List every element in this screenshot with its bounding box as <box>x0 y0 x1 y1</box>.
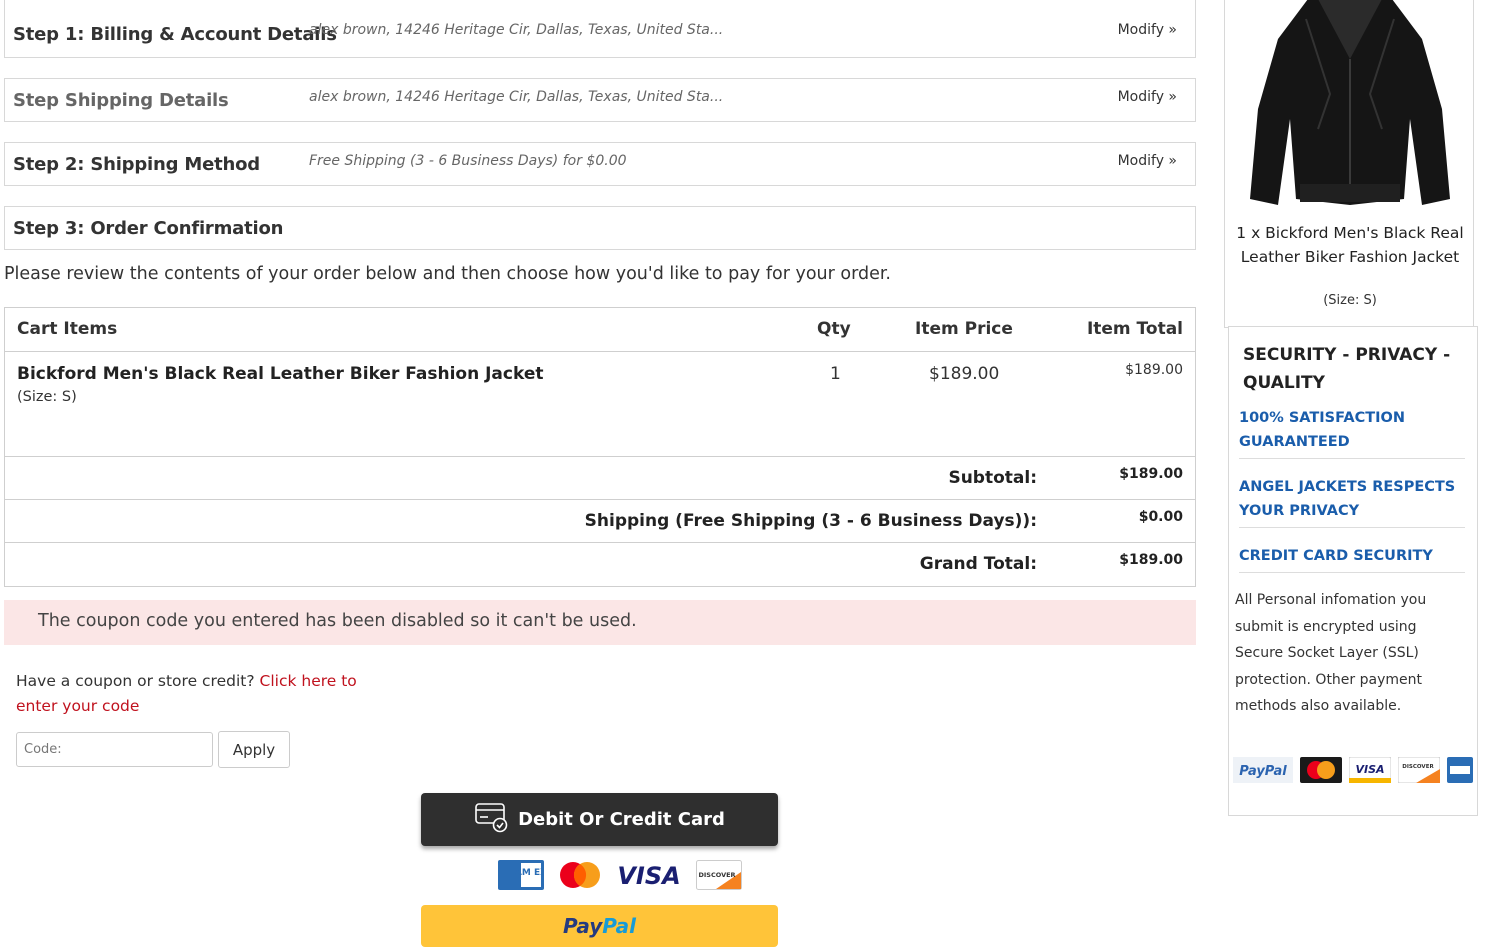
shipping-modify-link[interactable]: Modify » <box>1118 89 1177 105</box>
amex-logo-icon: AM EX <box>498 860 544 890</box>
svg-text:VISA: VISA <box>1355 763 1384 776</box>
subtotal-value: $189.00 <box>1119 466 1183 482</box>
item-price: $189.00 <box>929 364 1000 384</box>
leather-jacket-image-icon <box>1238 0 1462 221</box>
item-size: (Size: S) <box>17 389 77 405</box>
step-billing-title: Step 1: Billing & Account Details <box>13 24 337 45</box>
product-image <box>1238 0 1462 221</box>
svg-text:DISCOVER: DISCOVER <box>1402 764 1434 770</box>
step-method-title: Step 2: Shipping Method <box>13 154 260 175</box>
security-panel: SECURITY - PRIVACY - QUALITY 100% SATISF… <box>1228 326 1478 816</box>
step-shipping-detail: alex brown, 14246 Heritage Cir, Dallas, … <box>309 89 724 105</box>
step-billing: Step 1: Billing & Account Details alex b… <box>4 0 1196 58</box>
review-instructions: Please review the contents of your order… <box>4 264 891 284</box>
step-shipping-method: Step 2: Shipping Method Free Shipping (3… <box>4 142 1196 186</box>
coupon-prompt-text: Have a coupon or store credit? <box>16 672 255 690</box>
product-caption: 1 x Bickford Men's Black Real Leather Bi… <box>1236 224 1464 266</box>
coupon-error-alert: The coupon code you entered has been dis… <box>4 600 1196 645</box>
amex-logo-icon <box>1447 757 1473 783</box>
security-description: All Personal infomation you submit is en… <box>1235 592 1427 714</box>
discover-logo-icon: DISCOVER <box>696 860 742 890</box>
credit-card-security-link[interactable]: CREDIT CARD SECURITY <box>1239 544 1465 573</box>
col-cart-items: Cart Items <box>17 319 118 339</box>
shipping-label: Shipping (Free Shipping (3 - 6 Business … <box>584 511 1037 531</box>
security-title: SECURITY - PRIVACY - QUALITY <box>1243 345 1451 393</box>
method-modify-link[interactable]: Modify » <box>1118 153 1177 169</box>
discover-logo-icon: DISCOVER <box>1398 757 1440 783</box>
coupon-code-input[interactable] <box>16 732 213 767</box>
svg-text:AM EX: AM EX <box>515 868 544 878</box>
col-item-total: Item Total <box>1086 319 1183 339</box>
col-item-price: Item Price <box>915 319 1013 339</box>
grand-total-label: Grand Total: <box>919 554 1037 574</box>
svg-text:VISA: VISA <box>617 862 680 890</box>
paypal-button[interactable]: Pay Pal <box>421 905 778 947</box>
debit-credit-card-button[interactable]: Debit Or Credit Card <box>421 793 778 846</box>
step-shipping-title: Step Shipping Details <box>13 90 229 111</box>
subtotal-label: Subtotal: <box>948 468 1037 488</box>
item-total: $189.00 <box>1125 362 1183 378</box>
visa-logo-icon: VISA <box>1349 757 1391 783</box>
order-product-summary: 1 x Bickford Men's Black Real Leather Bi… <box>1224 0 1474 328</box>
checkout-page: Step 1: Billing & Account Details alex b… <box>0 0 1500 950</box>
credit-card-icon <box>474 801 510 838</box>
cart-header-row: Cart Items Qty Item Price Item Total <box>5 308 1195 352</box>
paypal-logo-pay: Pay <box>562 914 603 938</box>
mastercard-logo-icon <box>560 862 600 888</box>
col-qty: Qty <box>817 319 851 339</box>
coupon-prompt: Have a coupon or store credit? Click her… <box>16 669 386 719</box>
step-confirm-title: Step 3: Order Confirmation <box>13 218 284 239</box>
privacy-link[interactable]: ANGEL JACKETS RESPECTS YOUR PRIVACY <box>1239 475 1465 528</box>
paypal-logo-pal: Pal <box>602 914 637 938</box>
svg-text:PayPal: PayPal <box>1239 764 1287 779</box>
grand-total-row: Grand Total: $189.00 <box>5 543 1195 586</box>
item-name: Bickford Men's Black Real Leather Biker … <box>17 364 544 384</box>
grand-total-value: $189.00 <box>1119 552 1183 568</box>
product-size: (Size: S) <box>1323 293 1377 308</box>
step-shipping-details: Step Shipping Details alex brown, 14246 … <box>4 78 1196 122</box>
paypal-logo-icon: PayPal <box>1233 757 1293 783</box>
mastercard-logo-icon <box>1300 757 1342 783</box>
shipping-value: $0.00 <box>1138 509 1183 525</box>
step-method-detail: Free Shipping (3 - 6 Business Days) for … <box>309 153 627 169</box>
cart-item-row: Bickford Men's Black Real Leather Biker … <box>5 352 1195 457</box>
apply-coupon-button[interactable]: Apply <box>218 731 290 768</box>
satisfaction-link[interactable]: 100% SATISFACTION GUARANTEED <box>1239 406 1465 459</box>
step-billing-detail: alex brown, 14246 Heritage Cir, Dallas, … <box>309 22 724 38</box>
shipping-row: Shipping (Free Shipping (3 - 6 Business … <box>5 500 1195 543</box>
cart-table: Cart Items Qty Item Price Item Total Bic… <box>4 307 1196 587</box>
subtotal-row: Subtotal: $189.00 <box>5 457 1195 500</box>
accepted-cards: AM EX VISA DISCOVER <box>498 860 742 890</box>
card-button-label: Debit Or Credit Card <box>518 809 725 830</box>
visa-logo-icon: VISA <box>617 862 680 890</box>
billing-modify-link[interactable]: Modify » <box>1118 22 1177 38</box>
item-qty: 1 <box>830 364 841 384</box>
svg-text:DISCOVER: DISCOVER <box>698 871 735 879</box>
payment-logos: PayPal VISA DISCOVER <box>1233 757 1473 783</box>
step-order-confirmation: Step 3: Order Confirmation <box>4 206 1196 250</box>
